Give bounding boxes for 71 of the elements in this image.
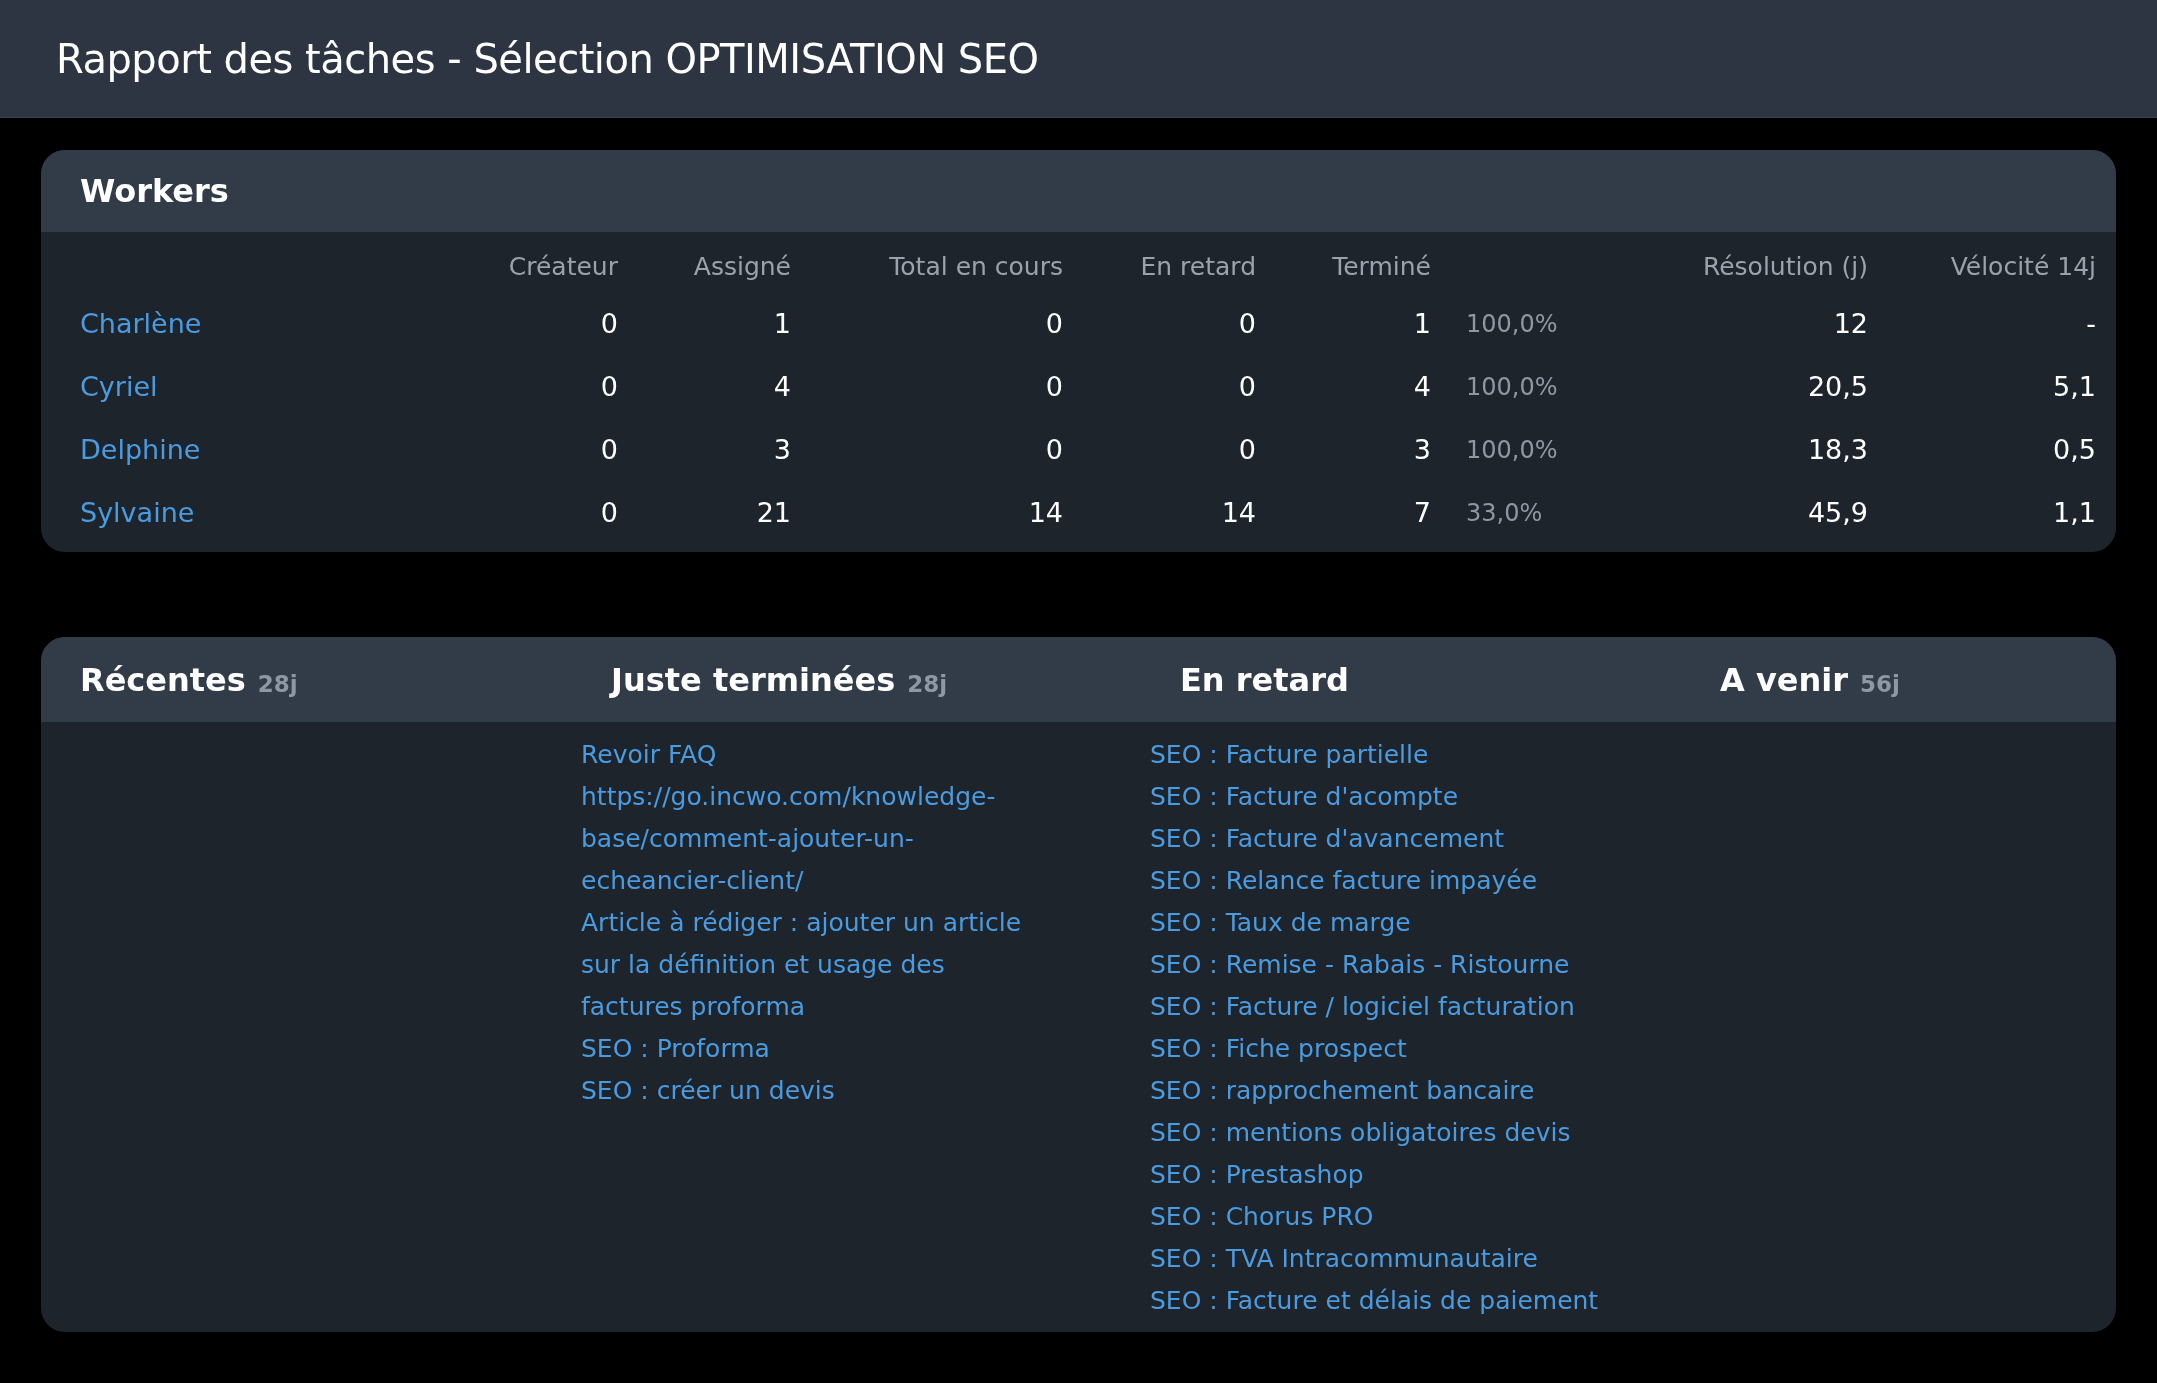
task-link[interactable]: SEO : Prestashop [1150,1154,1600,1196]
table-cell-text: 0 [599,370,618,404]
task-link[interactable]: SEO : Remise - Rabais - Ristourne [1150,944,1600,986]
task-link[interactable]: SEO : Proforma [581,1028,1031,1070]
period-label: 56j [1860,669,1900,697]
table-cell-text: 1 [772,307,791,341]
table-cell-text: - [2085,307,2096,341]
table-cell-text: 3 [1412,433,1431,467]
table-cell-text: 18,3 [1806,433,1868,467]
table-cell-text: 12 [1832,307,1868,341]
table-cell-text: 0 [1237,433,1256,467]
table-cell-text: 0 [1044,433,1063,467]
table-cell-text: 21 [755,496,791,530]
task-link[interactable]: SEO : Facture d'acompte [1150,776,1600,818]
table-cell-text: 7 [1412,496,1431,530]
worker-link[interactable]: Charlène [80,292,438,355]
task-link[interactable]: SEO : Fiche prospect [1150,1028,1600,1070]
worker-link[interactable]: Sylvaine [80,481,438,544]
table-cell-text: 20,5 [1806,370,1868,404]
table-cell-text: 4 [1412,370,1431,404]
column-header: Créateur [507,250,618,283]
period-label: 28j [907,669,948,697]
table-cell-text: 100,0% [1465,371,1559,403]
column-title: Récentes [80,660,246,699]
column-title: A venir [1720,660,1848,699]
task-link[interactable]: Article à rédiger : ajouter un article sur la définition et usage des factures proforma [581,902,1031,1028]
task-link[interactable]: SEO : TVA Intracommunautaire [1150,1238,1600,1280]
table-cell-text: 0 [1044,307,1063,341]
column-header: En retard [1139,250,1256,283]
column-header: Total en cours [888,250,1063,283]
column-title: En retard [1180,660,1349,699]
table-cell-text: 100,0% [1465,434,1559,466]
table-cell-text: 5,1 [2052,370,2096,404]
task-link[interactable]: SEO : rapprochement bancaire [1150,1070,1600,1112]
task-link[interactable]: SEO : Facture / logiciel facturation [1150,986,1600,1028]
worker-link[interactable]: Cyriel [80,355,438,418]
worker-link[interactable]: Delphine [80,418,438,481]
task-link[interactable]: SEO : créer un devis [581,1070,1031,1112]
table-cell-text: 0 [599,307,618,341]
table-cell-text: 45,9 [1806,496,1868,530]
column-title: Juste terminées [611,660,896,699]
table-cell-text: 0 [1237,370,1256,404]
table-cell-text: 100,0% [1465,308,1559,340]
table-cell-text: 14 [1027,496,1063,530]
period-label: 28j [257,669,298,697]
task-link[interactable]: SEO : Taux de marge [1150,902,1600,944]
column-header: Assigné [692,250,791,283]
table-cell-text: 1,1 [2052,496,2096,530]
table-cell-text: 0 [1044,370,1063,404]
table-cell-text: 1 [1412,307,1431,341]
table-cell-text: 0,5 [2052,433,2096,467]
task-link[interactable]: https://go.incwo.com/knowledge-base/comment-ajouter-un-echeancier-client/ [581,776,1031,902]
table-cell-text: 3 [772,433,791,467]
table-cell-text: 14 [1220,496,1256,530]
column-header: Résolution (j) [1701,250,1868,283]
column-header: Terminé [1331,250,1431,283]
page-title: Rapport des tâches - Sélection OPTIMISATION SEO [56,35,1039,82]
task-link[interactable]: Revoir FAQ [581,734,1031,776]
card-title: Workers [80,172,229,210]
table-cell-text: 0 [1237,307,1256,341]
task-link[interactable]: SEO : Chorus PRO [1150,1196,1600,1238]
table-cell-text: 0 [599,433,618,467]
table-cell-text: 0 [599,496,618,530]
task-link[interactable]: SEO : Facture et délais de paiement [1150,1280,1600,1322]
task-link[interactable]: SEO : Facture d'avancement [1150,818,1600,860]
column-header: Vélocité 14j [1949,250,2096,283]
task-link[interactable]: SEO : Relance facture impayée [1150,860,1600,902]
task-link[interactable]: SEO : mentions obligatoires devis [1150,1112,1600,1154]
table-cell-text: 4 [772,370,791,404]
table-cell-text: 33,0% [1465,497,1544,529]
task-link[interactable]: SEO : Facture partielle [1150,734,1600,776]
